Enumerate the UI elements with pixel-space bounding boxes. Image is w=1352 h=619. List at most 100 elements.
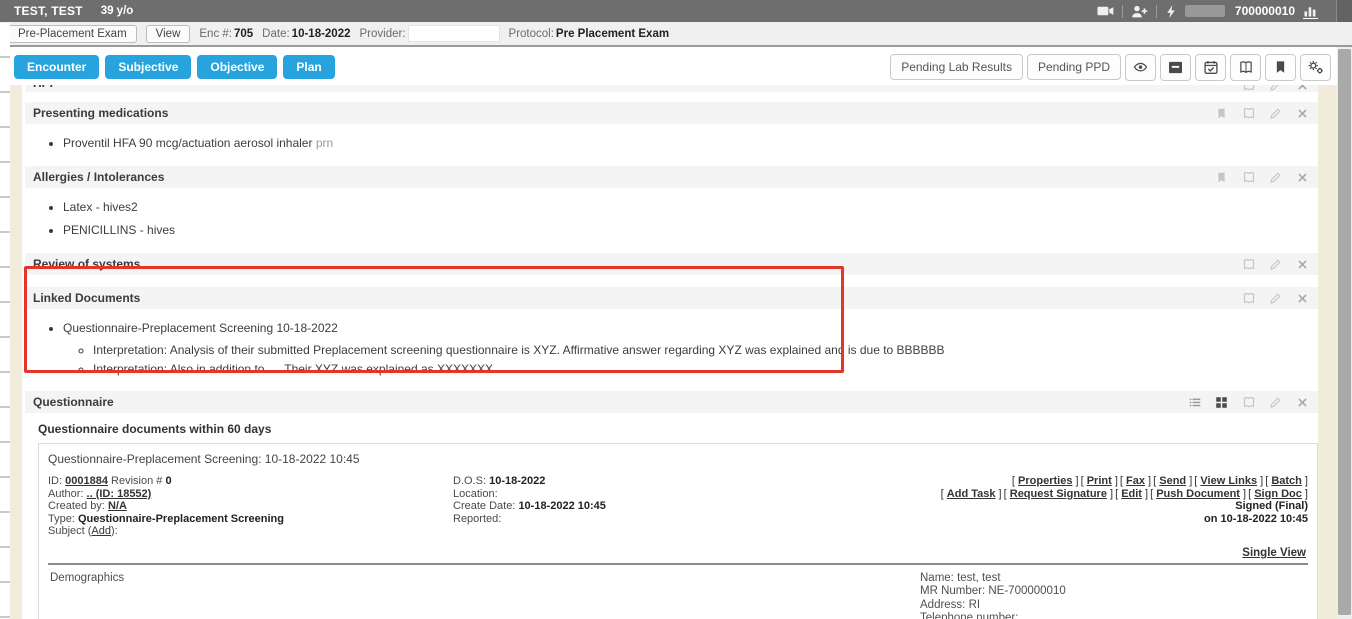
nav-subjective-button[interactable]: Subjective — [105, 55, 191, 79]
video-camera-icon[interactable] — [1097, 4, 1114, 18]
book-icon-button[interactable] — [1230, 54, 1261, 81]
close-icon[interactable] — [1290, 85, 1315, 92]
titlebar-divider — [1156, 5, 1157, 18]
pencil-icon[interactable] — [1263, 393, 1288, 411]
eye-icon-button[interactable] — [1125, 54, 1156, 81]
section-header-icons — [1236, 289, 1315, 307]
action-push-document[interactable]: Push Document — [1150, 488, 1246, 500]
nav-objective-button[interactable]: Objective — [197, 55, 277, 79]
action-request-signature[interactable]: Request Signature — [1004, 488, 1113, 500]
section-title: Presenting medications — [33, 106, 1209, 120]
create-date-label: Create Date: — [453, 500, 515, 512]
left-margin-strip — [10, 85, 22, 619]
single-view-link[interactable]: Single View — [1242, 547, 1306, 559]
vertical-scrollbar[interactable] — [1337, 47, 1352, 619]
action-send[interactable]: Send — [1153, 475, 1192, 487]
author-link[interactable]: .. (ID: 18552) — [87, 488, 152, 500]
pencil-icon[interactable] — [1263, 85, 1288, 92]
questionnaire-subtitle: Questionnaire documents within 60 days — [38, 422, 1318, 436]
enc-date: Date: 10-18-2022 — [262, 28, 350, 40]
grid-view-icon[interactable] — [1209, 393, 1234, 411]
type-label: Type: — [48, 513, 75, 525]
demographic-field: Telephone number: — [920, 612, 1066, 619]
section-linked-documents-header[interactable]: Linked Documents — [25, 287, 1318, 309]
pencil-icon[interactable] — [1263, 289, 1288, 307]
pending-ppd-button[interactable]: Pending PPD — [1027, 54, 1121, 80]
book-icon[interactable] — [1236, 289, 1261, 307]
patient-titlebar: TEST, TEST 39 y/o 700000010 — [0, 0, 1352, 22]
pencil-icon[interactable] — [1263, 255, 1288, 273]
medication-sig: prn — [316, 136, 333, 150]
section-presenting-medications-header[interactable]: Presenting medications — [25, 102, 1318, 124]
nav-plan-button[interactable]: Plan — [283, 55, 334, 79]
document-actions: PropertiesPrintFaxSendView LinksBatch Ad… — [868, 475, 1308, 538]
account-number: 700000010 — [1235, 4, 1295, 18]
action-sign-doc[interactable]: Sign Doc — [1248, 488, 1308, 500]
created-by-link[interactable]: N/A — [108, 500, 127, 512]
scrollbar-thumb[interactable] — [1338, 49, 1351, 615]
book-icon[interactable] — [1236, 168, 1261, 186]
redacted-label — [1185, 5, 1225, 17]
section-title: Review of systems — [33, 257, 1236, 271]
book-icon[interactable] — [1236, 255, 1261, 273]
provider-label: Provider: — [360, 28, 406, 40]
section-header-icons — [1209, 168, 1315, 186]
close-icon[interactable] — [1290, 168, 1315, 186]
section-hpi-header-clipped[interactable]: HPI — [25, 85, 1318, 92]
nav-encounter-button[interactable]: Encounter — [14, 55, 99, 79]
section-questionnaire-header[interactable]: Questionnaire — [25, 391, 1318, 413]
calendar-check-icon-button[interactable] — [1195, 54, 1226, 81]
book-icon[interactable] — [1236, 393, 1261, 411]
close-icon[interactable] — [1290, 289, 1315, 307]
action-properties[interactable]: Properties — [1012, 475, 1079, 487]
book-icon[interactable] — [1236, 85, 1261, 92]
add-person-icon[interactable] — [1131, 4, 1148, 19]
close-icon[interactable] — [1290, 255, 1315, 273]
bookmark-icon[interactable] — [1209, 104, 1234, 122]
dos-value: 10-18-2022 — [489, 475, 545, 487]
encounter-bar: Pre-Placement Exam View Enc #: 705 Date:… — [0, 22, 1352, 47]
section-title: Linked Documents — [33, 291, 1236, 305]
section-review-of-systems-header[interactable]: Review of systems — [25, 253, 1318, 275]
document-actions-row2: Add TaskRequest SignatureEditPush Docume… — [868, 488, 1308, 501]
book-icon[interactable] — [1236, 104, 1261, 122]
action-batch[interactable]: Batch — [1265, 475, 1308, 487]
reported-label: Reported: — [453, 513, 501, 525]
view-button[interactable]: View — [146, 25, 191, 43]
bookmark-icon[interactable] — [1209, 168, 1234, 186]
close-icon[interactable] — [1290, 104, 1315, 122]
archive-box-icon-button[interactable] — [1160, 54, 1191, 81]
action-print[interactable]: Print — [1081, 475, 1118, 487]
provider-group: Provider: — [360, 25, 500, 42]
patient-name: TEST, TEST — [14, 4, 83, 18]
ehr-window: TEST, TEST 39 y/o 700000010 Pre-Placemen… — [0, 0, 1352, 619]
lightning-bolt-icon[interactable] — [1165, 4, 1177, 19]
demographic-field: MR Number: NE-700000010 — [920, 585, 1066, 598]
action-edit[interactable]: Edit — [1115, 488, 1148, 500]
list-view-icon[interactable] — [1182, 393, 1207, 411]
action-add-task[interactable]: Add Task — [941, 488, 1002, 500]
document-actions-row1: PropertiesPrintFaxSendView LinksBatch — [868, 475, 1308, 488]
pencil-icon[interactable] — [1263, 104, 1288, 122]
pencil-icon[interactable] — [1263, 168, 1288, 186]
subject-add-link[interactable]: Add — [91, 525, 111, 537]
protocol-label: Protocol: — [509, 28, 554, 40]
section-allergies-header[interactable]: Allergies / Intolerances — [25, 166, 1318, 188]
growth-chart-icon[interactable] — [1303, 4, 1318, 19]
close-icon[interactable] — [1290, 393, 1315, 411]
settings-gears-icon-button[interactable] — [1300, 54, 1331, 81]
demographic-field: Address: RI — [920, 599, 1066, 612]
bookmark-icon-button[interactable] — [1265, 54, 1296, 81]
signed-status: Signed (Final) — [868, 500, 1308, 513]
document-id-link[interactable]: 0001884 — [65, 475, 108, 487]
exam-type-button[interactable]: Pre-Placement Exam — [8, 25, 137, 43]
medication-name: Proventil HFA 90 mcg/actuation aerosol i… — [63, 136, 312, 150]
linked-document-item[interactable]: Questionnaire-Preplacement Screening 10-… — [63, 321, 1318, 376]
id-label: ID: — [48, 475, 62, 487]
action-view-links[interactable]: View Links — [1194, 475, 1263, 487]
pending-lab-results-button[interactable]: Pending Lab Results — [890, 54, 1023, 80]
demographics-fields: Name: test, test MR Number: NE-700000010… — [920, 572, 1066, 619]
provider-input[interactable] — [408, 25, 500, 42]
enc-date-value: 10-18-2022 — [292, 28, 351, 40]
action-fax[interactable]: Fax — [1120, 475, 1151, 487]
